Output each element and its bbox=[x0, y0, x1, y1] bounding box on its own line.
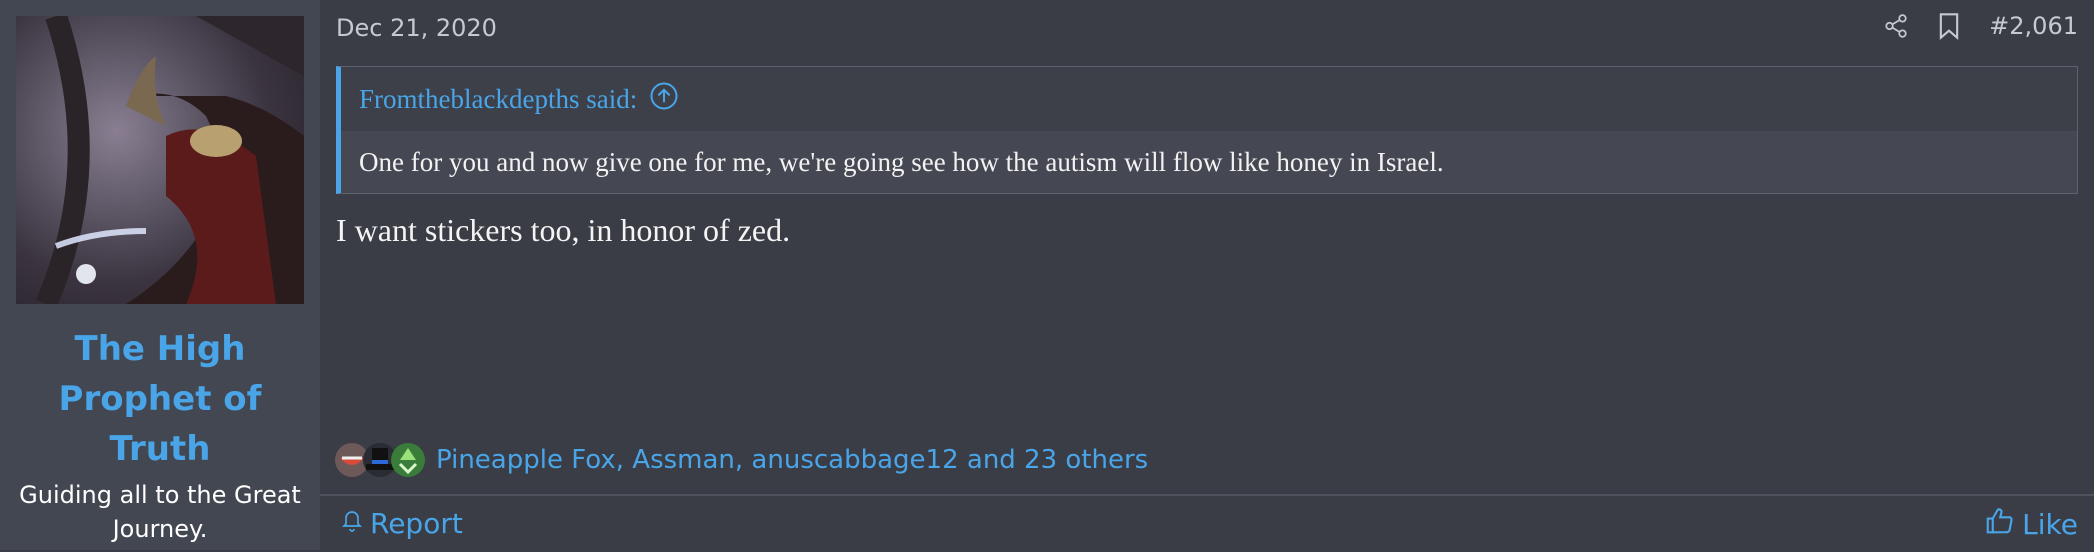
bell-icon bbox=[340, 506, 364, 541]
post-footer: Report Like bbox=[320, 494, 2094, 552]
post-date[interactable]: Dec 21, 2020 bbox=[336, 14, 497, 42]
user-title: Guiding all to the Great Journey. bbox=[19, 481, 301, 543]
username[interactable]: The High Prophet of Truth bbox=[30, 324, 290, 474]
report-label: Report bbox=[370, 507, 463, 540]
recycle-reaction-icon[interactable] bbox=[390, 442, 426, 478]
quote-text: One for you and now give one for me, we'… bbox=[341, 131, 2077, 193]
reaction-icons bbox=[334, 442, 425, 478]
quote-block: Fromtheblackdepths said: One for you and… bbox=[336, 66, 2078, 194]
share-icon[interactable] bbox=[1883, 13, 1909, 39]
user-column: The High Prophet of Truth Guiding all to… bbox=[0, 0, 320, 550]
post-number[interactable]: #2,061 bbox=[1989, 12, 2078, 40]
like-label: Like bbox=[2022, 508, 2078, 541]
arrow-up-circle-icon[interactable] bbox=[649, 81, 679, 118]
bookmark-icon[interactable] bbox=[1937, 12, 1961, 40]
post-message: I want stickers too, in honor of zed. bbox=[336, 212, 791, 248]
reactions-bar: Pineapple Fox, Assman, anuscabbage12 and… bbox=[334, 440, 1148, 480]
post-main: Dec 21, 2020 #2,061 Fromtheblackdepths s… bbox=[320, 0, 2094, 550]
report-button[interactable]: Report bbox=[340, 506, 463, 541]
post-header-actions: #2,061 bbox=[1883, 12, 2078, 40]
quote-header[interactable]: Fromtheblackdepths said: bbox=[341, 67, 2077, 131]
thumbs-up-icon bbox=[1984, 506, 2014, 543]
post: The High Prophet of Truth Guiding all to… bbox=[0, 0, 2094, 550]
quote-author[interactable]: Fromtheblackdepths said: bbox=[359, 84, 637, 115]
reactors-list[interactable]: Pineapple Fox, Assman, anuscabbage12 and… bbox=[436, 445, 1148, 475]
avatar[interactable] bbox=[16, 16, 304, 304]
like-button[interactable]: Like bbox=[1984, 506, 2078, 543]
